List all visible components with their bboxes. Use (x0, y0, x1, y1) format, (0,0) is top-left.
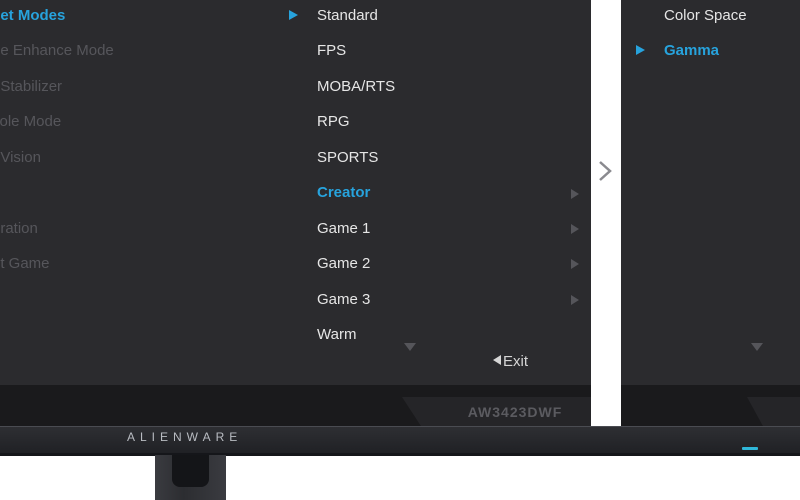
scroll-down-icon[interactable] (751, 343, 763, 351)
selected-play-triangle-icon (636, 45, 645, 55)
preset-standard[interactable]: Standard (317, 7, 378, 24)
monitor-chin-edge (0, 453, 800, 456)
menu-item-alienvision[interactable]: nVision (0, 149, 41, 166)
monitor-chin (0, 426, 800, 455)
menu-item-preset-modes[interactable]: set Modes (0, 7, 65, 24)
menu-item-dark-stabilizer[interactable]: t Stabilizer (0, 78, 62, 95)
preset-game-2[interactable]: Game 2 (317, 255, 370, 272)
brand-logo-text: ALIENWARE (127, 430, 243, 444)
preset-warm[interactable]: Warm (317, 326, 356, 343)
menu-item-game-enhance-mode[interactable]: ne Enhance Mode (0, 42, 114, 59)
submenu-arrow-icon (571, 295, 579, 305)
exit-label: Exit (503, 353, 529, 370)
back-triangle-icon (493, 355, 501, 365)
stand-cable-cutout (172, 455, 209, 487)
selected-play-triangle-icon (289, 10, 298, 20)
model-name: AW3423DWF (467, 404, 563, 420)
preset-game-3[interactable]: Game 3 (317, 291, 370, 308)
submenu-arrow-icon (571, 259, 579, 269)
preset-fps[interactable]: FPS (317, 42, 346, 59)
preset-game-1[interactable]: Game 1 (317, 220, 370, 237)
preset-moba-rts[interactable]: MOBA/RTS (317, 78, 395, 95)
menu-item-reset-game[interactable]: et Game (0, 255, 50, 272)
preset-sports[interactable]: SPORTS (317, 149, 378, 166)
monitor-bezel (621, 385, 800, 426)
submenu-arrow-icon (571, 224, 579, 234)
power-led (742, 447, 758, 450)
submenu-gamma[interactable]: Gamma (664, 42, 719, 59)
exit-button[interactable]: Exit (493, 353, 528, 370)
scroll-down-icon[interactable] (404, 343, 416, 351)
menu-item-console-mode[interactable]: sole Mode (0, 113, 61, 130)
preset-creator[interactable]: Creator (317, 184, 370, 201)
preset-rpg[interactable]: RPG (317, 113, 350, 130)
submenu-color-space[interactable]: Color Space (664, 7, 747, 24)
chevron-right-icon[interactable] (596, 159, 616, 183)
submenu-arrow-icon (571, 189, 579, 199)
model-plate (747, 397, 800, 426)
menu-item-calibration[interactable]: oration (0, 220, 38, 237)
